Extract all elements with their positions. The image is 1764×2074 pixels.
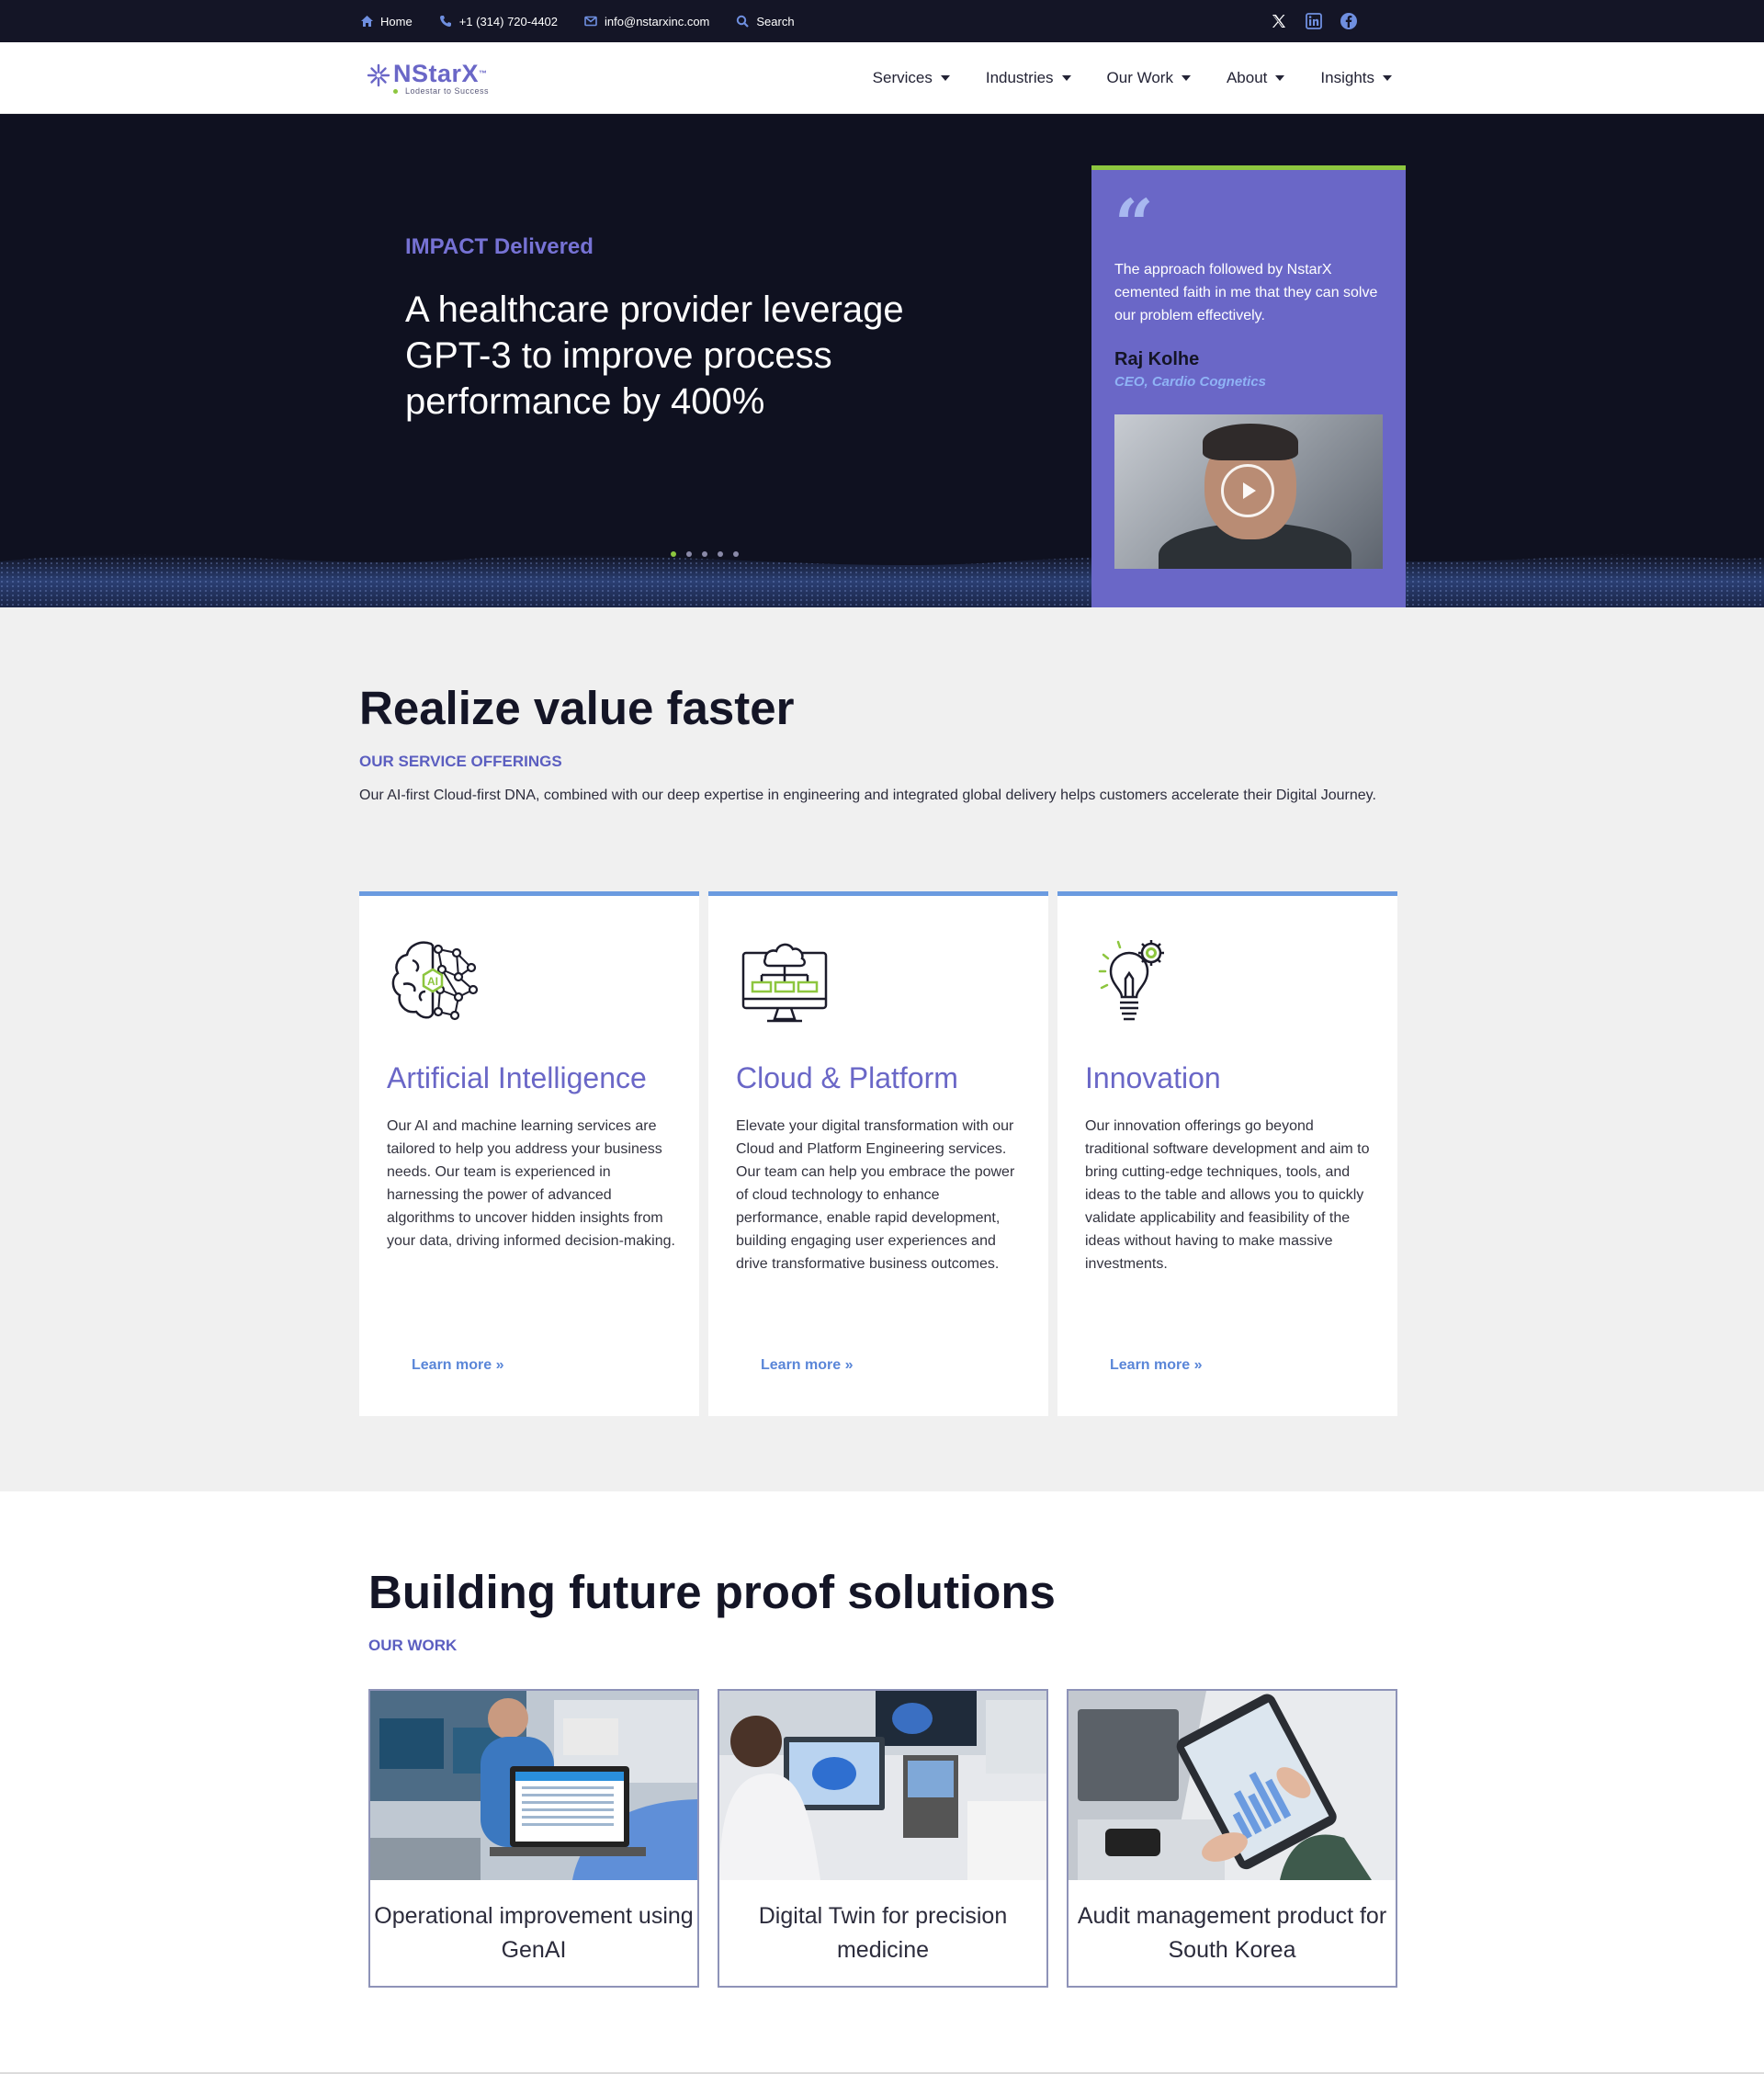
services-title: Realize value faster (359, 682, 795, 734)
home-icon (359, 14, 374, 28)
nav-insights[interactable]: Insights (1320, 69, 1392, 87)
nav-industries[interactable]: Industries (986, 69, 1071, 87)
social-links (1268, 0, 1360, 42)
testimonial-role: CEO, Cardio Cognetics (1114, 374, 1267, 390)
learn-more-link[interactable]: Learn more » (1110, 1357, 1202, 1374)
phone-link[interactable]: +1 (314) 720-4402 (438, 14, 558, 28)
slider-dot-5[interactable] (733, 551, 739, 557)
slider-dots (671, 551, 739, 557)
video-person-hair (1203, 424, 1298, 460)
envelope-icon (583, 14, 598, 28)
work-image-tablet-hands (1069, 1691, 1396, 1880)
learn-more-link[interactable]: Learn more » (761, 1357, 853, 1374)
play-icon[interactable] (1221, 464, 1274, 517)
home-label: Home (380, 14, 413, 28)
work-card-title: Digital Twin for precision medicine (758, 1903, 1008, 1963)
work-image-lab-screens (719, 1691, 1046, 1880)
main-nav: Services Industries Our Work About Insig… (873, 42, 1392, 114)
work-title: Building future proof solutions (368, 1566, 1056, 1618)
service-title: Artificial Intelligence (387, 1061, 647, 1094)
nav-our-work[interactable]: Our Work (1107, 69, 1191, 87)
hero-headline: A healthcare provider leverage GPT-3 to … (405, 289, 904, 422)
particle-wave-graphic (0, 554, 1764, 607)
top-bar-contacts: Home +1 (314) 720-4402 info@nstarxinc.co… (359, 0, 820, 42)
service-title: Cloud & Platform (736, 1061, 958, 1094)
site-header: NStarX™ Lodestar to Success Services Ind… (0, 42, 1764, 114)
work-card-title: Operational improvement using GenAI (374, 1903, 694, 1963)
logo-tagline: Lodestar to Success (393, 86, 489, 96)
services-section: Realize value faster OUR SERVICE OFFERIN… (0, 607, 1764, 1491)
work-card-audit[interactable]: Audit management product for South Korea (1067, 1689, 1397, 1988)
search-link[interactable]: Search (735, 14, 795, 28)
ai-brain-icon: AI (391, 941, 479, 1021)
phone-label: +1 (314) 720-4402 (458, 14, 559, 28)
slider-dot-2[interactable] (686, 551, 692, 557)
work-card-title: Audit management product for South Korea (1077, 1903, 1387, 1963)
email-label: info@nstarxinc.com (605, 14, 710, 28)
testimonial-video[interactable] (1114, 414, 1383, 569)
service-card-ai: AI Artificial Intelligence Our AI and ma… (359, 891, 699, 1416)
lightbulb-gear-icon (1098, 940, 1164, 1021)
work-card-digital-twin[interactable]: Digital Twin for precision medicine (718, 1689, 1048, 1988)
service-text: Elevate your digital transformation with… (736, 1118, 1015, 1272)
work-kicker: OUR WORK (368, 1637, 458, 1654)
caret-down-icon (1383, 75, 1392, 81)
nav-about[interactable]: About (1227, 69, 1285, 87)
phone-icon (438, 14, 453, 28)
service-card-cloud: Cloud & Platform Elevate your digital tr… (708, 891, 1048, 1416)
nav-services[interactable]: Services (873, 69, 950, 87)
hero-slider: IMPACT Delivered A healthcare provider l… (0, 114, 1764, 607)
x-icon[interactable] (1268, 10, 1290, 32)
slider-dot-3[interactable] (702, 551, 707, 557)
caret-down-icon (1181, 75, 1191, 81)
home-link[interactable]: Home (359, 14, 413, 28)
work-image-doctor-laptop (370, 1691, 697, 1880)
email-link[interactable]: info@nstarxinc.com (583, 14, 709, 28)
caret-down-icon (1275, 75, 1285, 81)
logo-dot-icon (393, 89, 398, 95)
testimonial-name: Raj Kolhe (1114, 349, 1200, 369)
service-text: Our innovation offerings go beyond tradi… (1085, 1118, 1370, 1272)
facebook-icon[interactable] (1338, 10, 1360, 32)
nstarx-logo[interactable]: NStarX™ Lodestar to Success (366, 61, 489, 97)
testimonial-card: “ The approach followed by NstarX cement… (1091, 165, 1406, 607)
learn-more-link[interactable]: Learn more » (412, 1357, 503, 1374)
service-text: Our AI and machine learning services are… (387, 1118, 675, 1249)
quote-icon: “ (1114, 186, 1154, 265)
logo-brand: NStarX™ (393, 60, 488, 87)
search-icon (735, 14, 750, 28)
services-kicker: OUR SERVICE OFFERINGS (359, 753, 562, 770)
services-description: Our AI-first Cloud-first DNA, combined w… (359, 788, 1376, 803)
svg-text:AI: AI (427, 975, 438, 988)
search-label: Search (756, 14, 795, 28)
work-card-genai[interactable]: Operational improvement using GenAI (368, 1689, 699, 1988)
slider-dot-1[interactable] (671, 551, 676, 557)
hero-kicker: IMPACT Delivered (405, 234, 594, 259)
top-bar: Home +1 (314) 720-4402 info@nstarxinc.co… (0, 0, 1764, 42)
service-card-innovation: Innovation Our innovation offerings go b… (1057, 891, 1397, 1416)
slider-dot-4[interactable] (718, 551, 723, 557)
star-logo-icon (367, 63, 390, 87)
caret-down-icon (1061, 75, 1071, 81)
service-title: Innovation (1085, 1061, 1221, 1094)
testimonial-text: The approach followed by NstarX cemented… (1114, 262, 1378, 323)
linkedin-icon[interactable] (1303, 10, 1325, 32)
cloud-monitor-icon (741, 943, 828, 1023)
caret-down-icon (940, 75, 950, 81)
